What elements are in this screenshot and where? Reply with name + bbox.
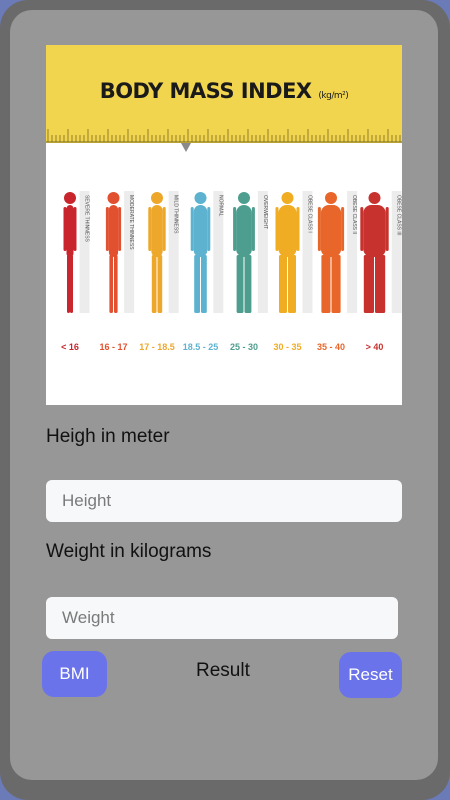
bmi-range-label: > 40 bbox=[365, 342, 384, 352]
banner-unit: (kg/m²) bbox=[318, 91, 349, 101]
bmi-chart-image: BODY MASS INDEX (kg/m²) SEVERE THINNESS M… bbox=[46, 45, 402, 405]
body-figure: OVERWEIGHT bbox=[233, 191, 268, 313]
bmi-ranges: < 16 16 - 17 17 - 18.5 18.5 - 25 25 - 30 30 -… bbox=[46, 342, 402, 358]
bmi-range-label: 18.5 - 25 bbox=[182, 342, 219, 352]
body-figure: OBESE CLASS III bbox=[360, 191, 402, 313]
body-figure: OBESE CLASS I bbox=[275, 191, 313, 313]
body-figures: SEVERE THINNESS MODERATE THINNESS MILD THI… bbox=[63, 191, 402, 313]
body-figure: NORMAL bbox=[190, 191, 224, 313]
category-label: OBESE CLASS III bbox=[396, 195, 402, 236]
bmi-range-label: 16 - 17 bbox=[99, 342, 128, 352]
body-figure: MODERATE THINNESS bbox=[105, 191, 135, 313]
body-figure: OBESE CLASS II bbox=[317, 191, 358, 313]
bmi-range-label: 25 - 30 bbox=[229, 342, 259, 352]
body-figure: SEVERE THINNESS bbox=[63, 191, 90, 313]
banner-title: BODY MASS INDEX (kg/m²) bbox=[46, 79, 402, 103]
bmi-range-label: 17 - 18.5 bbox=[139, 342, 175, 352]
bmi-button[interactable]: BMI bbox=[42, 651, 107, 697]
category-label: MILD THINNESS bbox=[173, 195, 179, 234]
category-label: SEVERE THINNESS bbox=[84, 195, 90, 243]
bmi-range-label: < 16 bbox=[61, 342, 79, 352]
app-card: BODY MASS INDEX (kg/m²) SEVERE THINNESS M… bbox=[10, 10, 438, 780]
height-label: Heigh in meter bbox=[46, 426, 170, 447]
result-text: Result bbox=[196, 660, 250, 681]
weight-label: Weight in kilograms bbox=[46, 541, 212, 562]
body-figure: MILD THINNESS bbox=[148, 191, 179, 313]
category-label: OBESE CLASS I bbox=[307, 195, 313, 233]
ruler-scale bbox=[46, 129, 402, 143]
pointer-marker bbox=[181, 143, 191, 152]
category-label: OVERWEIGHT bbox=[262, 195, 268, 229]
banner-title-text: BODY MASS INDEX bbox=[99, 79, 312, 103]
weight-input[interactable] bbox=[46, 597, 398, 639]
category-label: MODERATE THINNESS bbox=[128, 195, 134, 250]
height-input[interactable] bbox=[46, 480, 402, 522]
reset-button[interactable]: Reset bbox=[339, 652, 402, 698]
category-label: OBESE CLASS II bbox=[351, 195, 357, 234]
bmi-range-label: 35 - 40 bbox=[316, 342, 346, 352]
category-label: NORMAL bbox=[217, 195, 223, 217]
bmi-range-label: 30 - 35 bbox=[273, 342, 302, 352]
